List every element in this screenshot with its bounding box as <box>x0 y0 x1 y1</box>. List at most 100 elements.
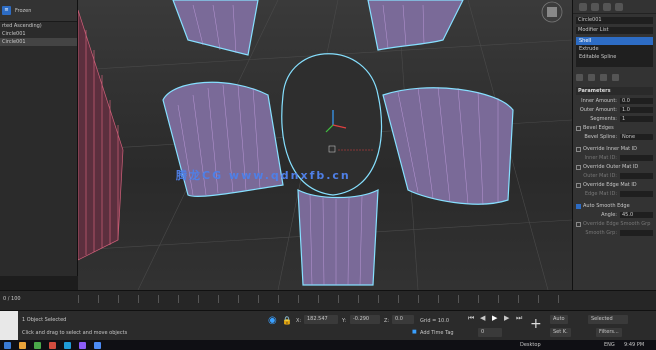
play-icon[interactable]: ▶ <box>492 314 497 322</box>
scene-explorer: ≡ Frozen rted Ascending) Circle001 Circl… <box>0 0 78 276</box>
modify-tab-icon[interactable] <box>591 2 599 11</box>
edge-browser-icon[interactable] <box>64 341 71 349</box>
override-smooth-row[interactable]: Override Edge Smooth Grp <box>576 220 653 228</box>
selection-count: 1 Object Selected <box>22 317 67 323</box>
inner-amount-spinner[interactable]: 0.0 <box>620 98 653 104</box>
outer-amount-row: Outer Amount: 1.0 <box>576 106 653 114</box>
modifier-stack-item[interactable]: Editable Spline <box>576 53 653 61</box>
scene-item-selected[interactable]: Circle001 <box>0 38 77 46</box>
frame-range-label: 0 / 100 <box>3 296 21 302</box>
app-icon[interactable] <box>34 341 41 349</box>
app-icon[interactable] <box>94 341 101 349</box>
object-name-field[interactable]: Circle001 <box>576 17 653 24</box>
red-cylinder <box>78 9 124 261</box>
set-key-button[interactable]: Set K. <box>550 328 571 337</box>
command-panel-tabs[interactable] <box>573 0 656 14</box>
pin-stack-icon[interactable] <box>576 73 583 81</box>
scene-item[interactable]: Circle001 <box>0 30 77 38</box>
prompt-hint: Click and drag to select and move object… <box>22 330 128 336</box>
language-indicator[interactable]: ENG <box>604 342 615 348</box>
z-coordinate-field[interactable]: 0.0 <box>392 315 414 324</box>
modifier-stack: Shell Extrude Editable Spline <box>576 37 653 67</box>
windows-taskbar: Desktop ENG 9:49 PM <box>0 340 656 350</box>
grid-size: Grid = 10.0 <box>420 318 449 324</box>
key-mode-icon[interactable]: + <box>530 316 542 332</box>
make-unique-icon[interactable] <box>600 73 607 81</box>
desktop-label[interactable]: Desktop <box>520 342 541 348</box>
filter-icon[interactable]: ≡ <box>2 6 11 15</box>
outer-mat-spinner[interactable] <box>620 173 653 179</box>
time-slider-track[interactable]: 0 / 100 <box>0 290 656 310</box>
smooth-group-row: Smooth Grp: <box>576 229 653 237</box>
inner-amount-row: Inner Amount: 0.0 <box>576 97 653 105</box>
inner-mat-spinner[interactable] <box>620 155 653 161</box>
status-bar: 1 Object Selected Click and drag to sele… <box>0 310 656 341</box>
z-label: Z: <box>384 318 390 324</box>
lock-icon[interactable]: 🔒 <box>282 316 292 325</box>
override-outer-checkbox[interactable] <box>576 164 581 170</box>
inner-mat-row: Inner Mat ID: <box>576 154 653 162</box>
app-icon[interactable] <box>79 341 86 349</box>
selection-set-dropdown[interactable]: Selected <box>588 315 628 324</box>
viewcube-icon[interactable] <box>541 1 563 23</box>
modifier-list-dropdown[interactable]: Modifier List <box>576 27 653 34</box>
modifier-stack-item[interactable]: Shell <box>576 37 653 45</box>
add-time-tag-button[interactable]: Add Time Tag <box>420 330 454 336</box>
override-edge-row[interactable]: Override Edge Mat ID <box>576 181 653 189</box>
bevel-edges-row[interactable]: Bevel Edges <box>576 124 653 132</box>
show-end-result-icon[interactable] <box>588 73 595 81</box>
x-coordinate-field[interactable]: 182.547 <box>304 315 338 324</box>
perspective-viewport[interactable]: 腾龙CG www.qdnxfb.cn <box>78 0 572 290</box>
auto-smooth-row[interactable]: Auto Smooth Edge <box>576 202 653 210</box>
x-label: X: <box>296 318 302 324</box>
scene-explorer-toolbar: ≡ Frozen <box>0 0 77 22</box>
next-key-icon[interactable]: ⏭ <box>516 314 522 323</box>
hierarchy-tab-icon[interactable] <box>603 2 611 11</box>
maxscript-listener[interactable] <box>0 311 18 341</box>
bevel-spline-button[interactable]: None <box>620 134 653 140</box>
override-inner-row[interactable]: Override Inner Mat ID <box>576 145 653 153</box>
current-frame-field[interactable]: 0 <box>478 328 502 337</box>
angle-row: Angle: 45.0 <box>576 211 653 219</box>
wireframe-flower-shell <box>78 0 572 290</box>
key-filters-button[interactable]: Filters... <box>596 328 622 337</box>
edge-mat-row: Edge Mat ID: <box>576 190 653 198</box>
modifier-stack-item[interactable]: Extrude <box>576 45 653 53</box>
bevel-spline-row: Bevel Spline: None <box>576 133 653 141</box>
watermark-text: 腾龙CG www.qdnxfb.cn <box>176 169 351 182</box>
prev-frame-icon[interactable]: ◀ <box>480 314 485 322</box>
edge-mat-spinner[interactable] <box>620 191 653 197</box>
outer-mat-row: Outer Mat ID: <box>576 172 653 180</box>
motion-tab-icon[interactable] <box>615 2 623 11</box>
override-smooth-checkbox[interactable] <box>576 221 581 227</box>
create-tab-icon[interactable] <box>579 2 587 11</box>
segments-row: Segments: 1 <box>576 115 653 123</box>
auto-smooth-checkbox[interactable] <box>576 203 581 209</box>
override-edge-checkbox[interactable] <box>576 182 581 188</box>
track-ticks[interactable] <box>78 295 572 303</box>
override-inner-checkbox[interactable] <box>576 146 581 152</box>
sort-header[interactable]: rted Ascending) <box>0 22 77 30</box>
file-explorer-icon[interactable] <box>19 341 26 349</box>
stack-toolbar <box>576 71 653 83</box>
frozen-label: Frozen <box>15 7 32 14</box>
bevel-edges-checkbox[interactable] <box>576 125 581 131</box>
angle-spinner[interactable]: 45.0 <box>620 212 653 218</box>
clock[interactable]: 9:49 PM <box>624 342 644 348</box>
prev-key-icon[interactable]: ⏮ <box>468 314 474 323</box>
command-panel: Circle001 Modifier List Shell Extrude Ed… <box>572 0 656 290</box>
time-tag-icon[interactable]: ■ <box>412 329 417 335</box>
auto-key-button[interactable]: Auto <box>550 315 568 324</box>
y-label: Y: <box>342 318 347 324</box>
smooth-group-spinner[interactable] <box>620 230 653 236</box>
isolate-icon[interactable]: ◉ <box>268 315 277 326</box>
app-icon[interactable] <box>49 341 56 349</box>
override-outer-row[interactable]: Override Outer Mat ID <box>576 163 653 171</box>
y-coordinate-field[interactable]: -0.290 <box>350 315 380 324</box>
next-frame-icon[interactable]: ▶ <box>504 314 509 322</box>
remove-modifier-icon[interactable] <box>612 73 619 81</box>
outer-amount-spinner[interactable]: 1.0 <box>620 107 653 113</box>
parameters-rollout-header[interactable]: Parameters <box>576 87 653 95</box>
windows-start-icon[interactable] <box>4 341 11 349</box>
segments-spinner[interactable]: 1 <box>620 116 653 122</box>
